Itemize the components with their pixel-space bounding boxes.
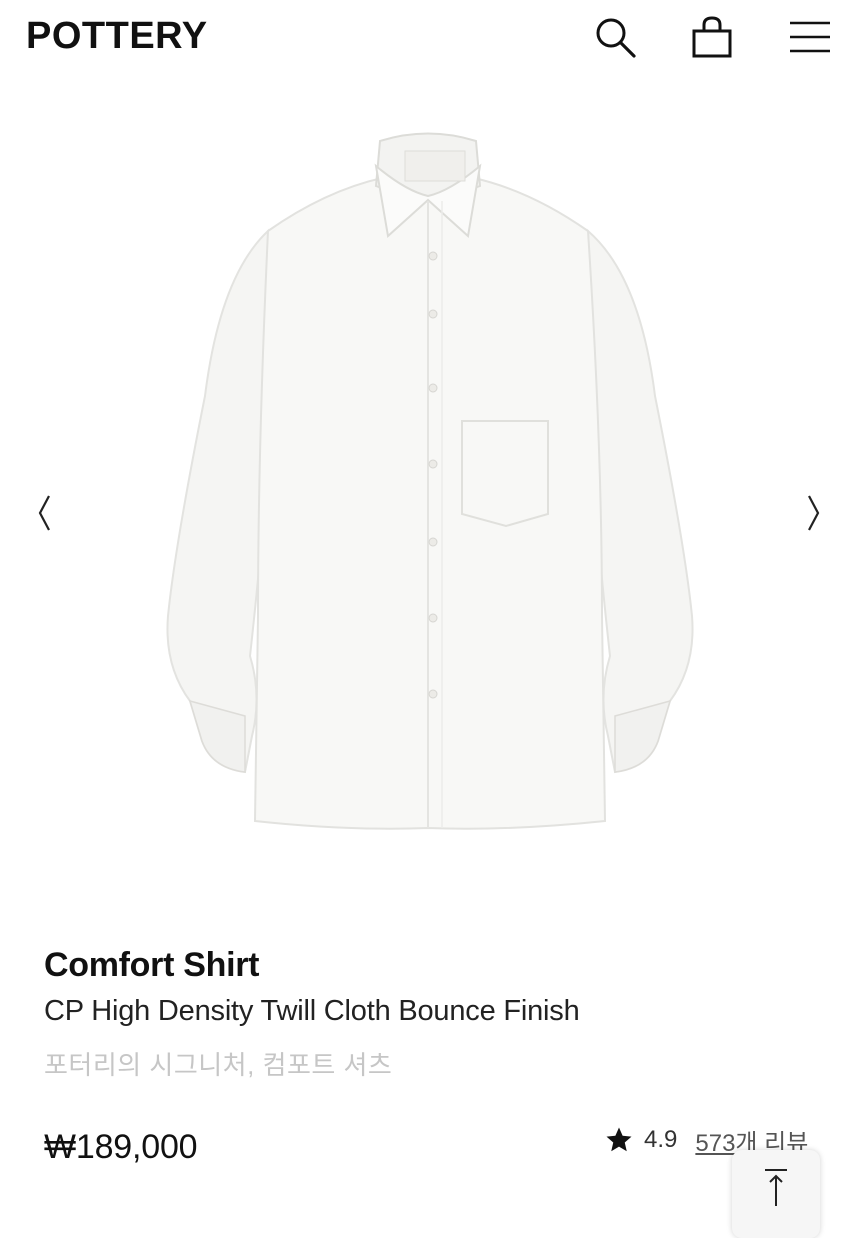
hamburger-menu-icon[interactable] [786,14,832,60]
star-icon [606,1127,632,1152]
brand-logo[interactable]: POTTERY [26,14,208,58]
product-subtitle: CP High Density Twill Cloth Bounce Finis… [44,995,580,1027]
product-price: ₩189,000 [44,1128,198,1166]
previous-image-button[interactable] [26,490,66,536]
chevron-left-icon [38,495,50,531]
shopping-bag-icon[interactable] [689,14,735,60]
top-header: POTTERY [0,0,858,76]
product-name: Comfort Shirt [44,946,260,984]
next-image-button[interactable] [794,490,834,536]
chevron-right-icon [808,495,820,531]
product-image [150,96,710,836]
scroll-to-top-button[interactable] [732,1150,820,1238]
rating-value: 4.9 [644,1126,678,1153]
arrow-up-icon [765,1169,787,1206]
search-icon[interactable] [592,14,638,60]
product-description: 포터리의 시그니처, 컴포트 셔츠 [44,1050,393,1080]
